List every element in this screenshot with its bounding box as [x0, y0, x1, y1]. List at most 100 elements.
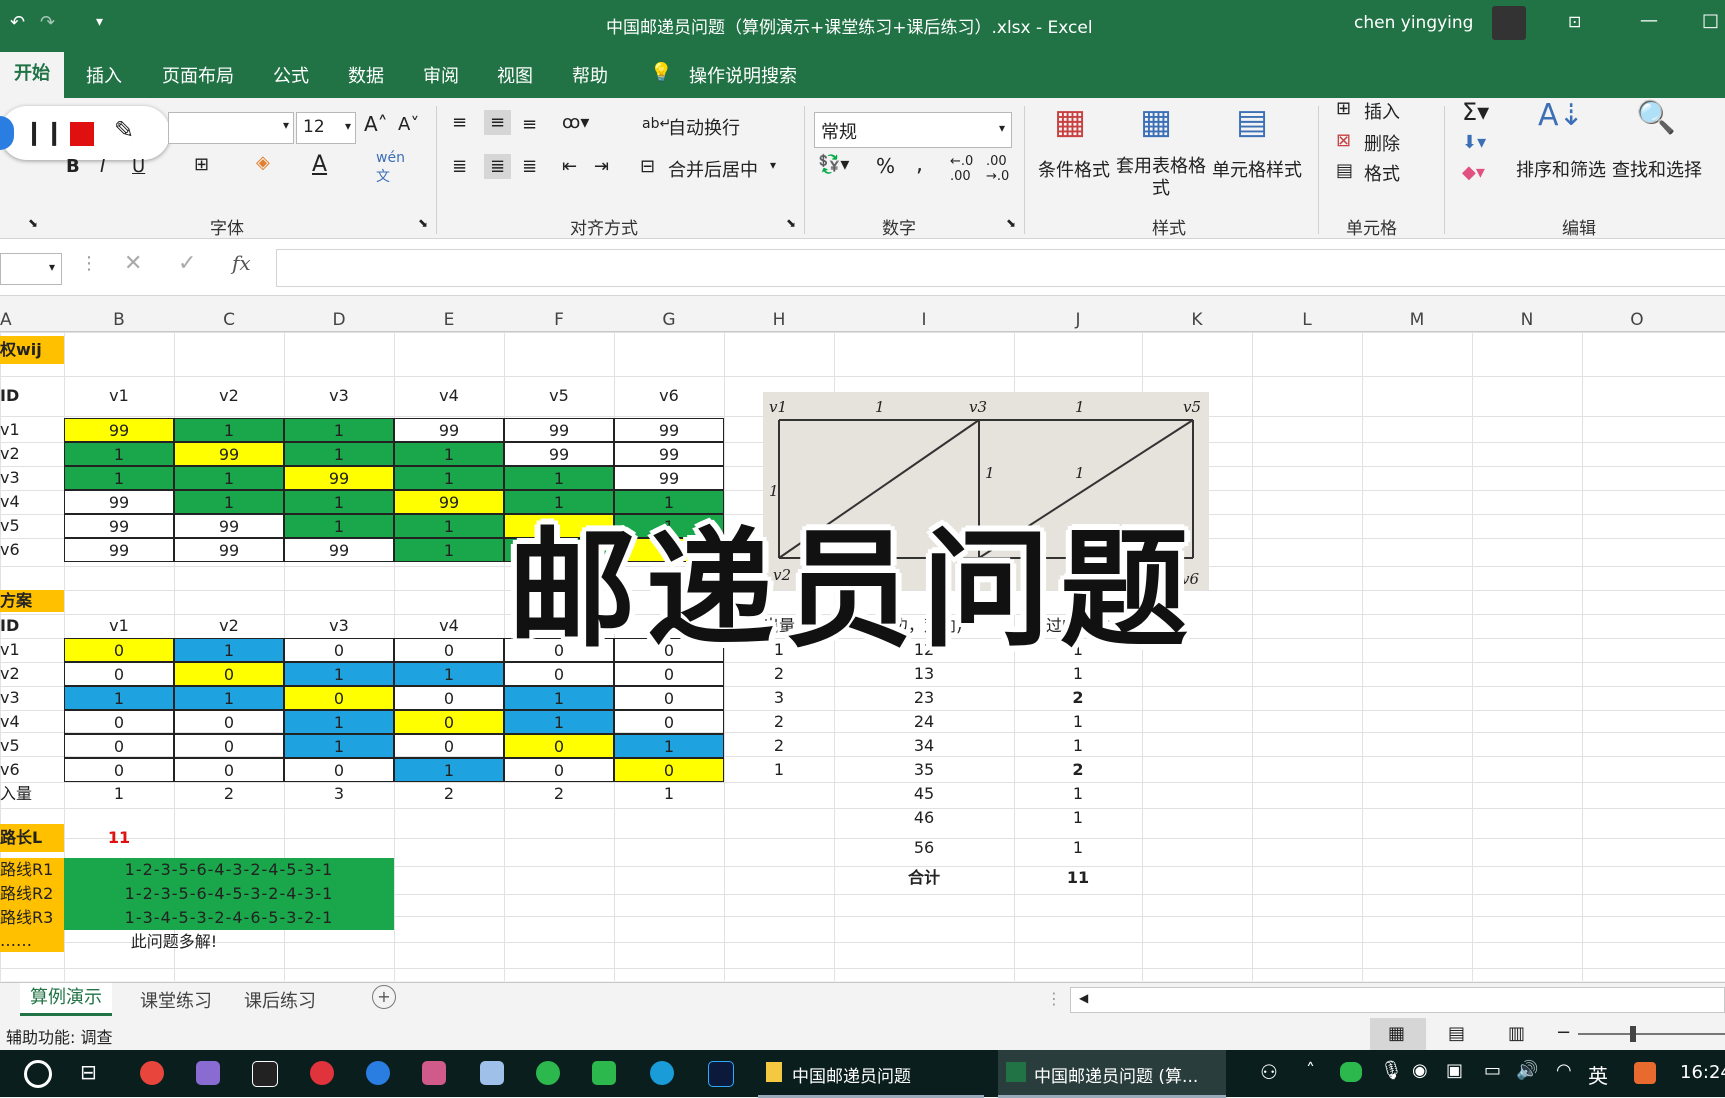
matrix-cell[interactable]: 0	[394, 638, 504, 662]
font-size-box[interactable]: 12 ▾	[296, 112, 356, 144]
matrix-header[interactable]: v1	[64, 614, 174, 638]
dialog-launcher-icon[interactable]: ⬊	[1006, 216, 1016, 230]
column-header[interactable]: I	[834, 310, 1014, 330]
tab-page-layout[interactable]: 页面布局	[162, 62, 234, 88]
dialog-launcher-icon[interactable]: ⬊	[418, 216, 428, 230]
matrix-cell[interactable]: 99	[394, 418, 504, 442]
label-weight[interactable]: 权wij	[0, 336, 64, 364]
tab-home[interactable]: 开始	[0, 52, 64, 98]
matrix-cell[interactable]: 0	[394, 686, 504, 710]
tab-data[interactable]: 数据	[348, 62, 384, 88]
task-view-icon[interactable]: ⊟	[80, 1060, 97, 1084]
matrix-cell[interactable]: 0	[64, 710, 174, 734]
out-value[interactable]: 3	[724, 686, 834, 710]
sogou-icon[interactable]	[1634, 1062, 1656, 1084]
tab-review[interactable]: 审阅	[423, 62, 459, 88]
row-label[interactable]: v6	[0, 538, 64, 562]
pass-value[interactable]: 1	[1014, 710, 1142, 734]
path-length-label[interactable]: 路长L	[0, 824, 64, 852]
font-name-box[interactable]: ▾	[168, 112, 294, 144]
matrix-cell[interactable]: 99	[64, 514, 174, 538]
matrix-header[interactable]: v5	[504, 384, 614, 408]
name-box[interactable]: ▾	[0, 253, 62, 285]
matrix-cell[interactable]: 1	[284, 490, 394, 514]
matrix-cell[interactable]: 1	[284, 514, 394, 538]
matrix-cell[interactable]: 0	[174, 758, 284, 782]
total-label[interactable]: 合计	[834, 866, 1014, 890]
matrix-cell[interactable]: 1	[394, 758, 504, 782]
phonetic-icon[interactable]: wén 文	[376, 150, 405, 186]
column-header[interactable]: J	[1014, 310, 1142, 330]
increase-indent-icon[interactable]: ⇥	[594, 156, 609, 177]
edge-value[interactable]: 23	[834, 686, 1014, 710]
path-length-value[interactable]: 11	[64, 824, 174, 852]
clock[interactable]: 16:24	[1680, 1062, 1725, 1083]
matrix-cell[interactable]: 1	[174, 418, 284, 442]
column-header[interactable]: M	[1362, 310, 1472, 330]
sheet-tab[interactable]: 课后练习	[244, 987, 316, 1013]
matrix-cell[interactable]: 2	[504, 782, 614, 806]
edge-value[interactable]: 24	[834, 710, 1014, 734]
row-label[interactable]: v2	[0, 662, 64, 686]
column-header[interactable]: G	[614, 310, 724, 330]
stop-icon[interactable]	[70, 122, 94, 146]
matrix-cell[interactable]: 1	[284, 734, 394, 758]
fill-color-icon[interactable]: ◈	[256, 152, 270, 173]
matrix-cell[interactable]: 99	[174, 514, 284, 538]
matrix-cell[interactable]: 1	[174, 466, 284, 490]
splitter-icon[interactable]: ⋮	[1046, 989, 1062, 1008]
matrix-cell[interactable]: 0	[64, 758, 174, 782]
redo-icon[interactable]: ↷	[40, 12, 55, 33]
comma-icon[interactable]: ,	[916, 152, 923, 177]
decrease-decimal-icon[interactable]: .00 →.0	[986, 154, 1009, 184]
pass-value[interactable]: 1	[1014, 806, 1142, 830]
underline-icon[interactable]: U	[132, 156, 145, 177]
italic-icon[interactable]: I	[100, 156, 105, 177]
matrix-cell[interactable]: 0	[64, 662, 174, 686]
tab-formulas[interactable]: 公式	[273, 62, 309, 88]
matrix-cell[interactable]: 0	[284, 758, 394, 782]
out-value[interactable]: 1	[724, 758, 834, 782]
matrix-cell[interactable]: 3	[284, 782, 394, 806]
matrix-cell[interactable]: 99	[614, 418, 724, 442]
horizontal-scrollbar[interactable]: ◀	[1070, 987, 1725, 1013]
restore-icon[interactable]: □	[1702, 10, 1719, 31]
app-icon[interactable]	[536, 1061, 560, 1085]
row-label[interactable]: v6	[0, 758, 64, 782]
format-cells-button[interactable]: 格式	[1364, 160, 1400, 186]
merge-center-button[interactable]: 合并后居中	[668, 156, 758, 182]
row-label[interactable]: v3	[0, 466, 64, 490]
column-header[interactable]: H	[724, 310, 834, 330]
insert-function-icon[interactable]: fx	[232, 251, 251, 275]
decrease-indent-icon[interactable]: ⇤	[562, 156, 577, 177]
wrap-text-button[interactable]: 自动换行	[668, 114, 740, 140]
column-header[interactable]: N	[1472, 310, 1582, 330]
matrix-cell[interactable]: 0	[174, 662, 284, 686]
mic-icon[interactable]: 🎙	[1380, 1060, 1403, 1081]
row-label[interactable]: v4	[0, 490, 64, 514]
app-icon[interactable]	[422, 1061, 446, 1085]
matrix-cell[interactable]: 1	[64, 442, 174, 466]
scroll-left-icon[interactable]: ◀	[1079, 991, 1088, 1005]
matrix-cell[interactable]: 99	[394, 490, 504, 514]
photoshop-icon[interactable]	[708, 1061, 734, 1087]
out-value[interactable]: 2	[724, 734, 834, 758]
edge-value[interactable]: 35	[834, 758, 1014, 782]
matrix-cell[interactable]: 0	[394, 734, 504, 758]
cancel-icon[interactable]: ✕	[124, 251, 142, 276]
enter-icon[interactable]: ✓	[178, 251, 196, 276]
row-label[interactable]: v1	[0, 418, 64, 442]
formula-input[interactable]	[276, 249, 1725, 287]
matrix-cell[interactable]: 0	[504, 734, 614, 758]
matrix-cell[interactable]: 0	[614, 758, 724, 782]
label-id[interactable]: ID	[0, 384, 64, 408]
matrix-cell[interactable]: 1	[394, 662, 504, 686]
format-table-button[interactable]: 套用表格格式	[1116, 156, 1206, 200]
row-label[interactable]: v1	[0, 638, 64, 662]
edge-value[interactable]: 34	[834, 734, 1014, 758]
matrix-cell[interactable]: 1	[284, 662, 394, 686]
route-label[interactable]: 路线R3	[0, 906, 64, 930]
matrix-cell[interactable]: 99	[284, 538, 394, 562]
dialog-launcher-icon[interactable]: ⬊	[28, 216, 38, 230]
tab-view[interactable]: 视图	[497, 62, 533, 88]
